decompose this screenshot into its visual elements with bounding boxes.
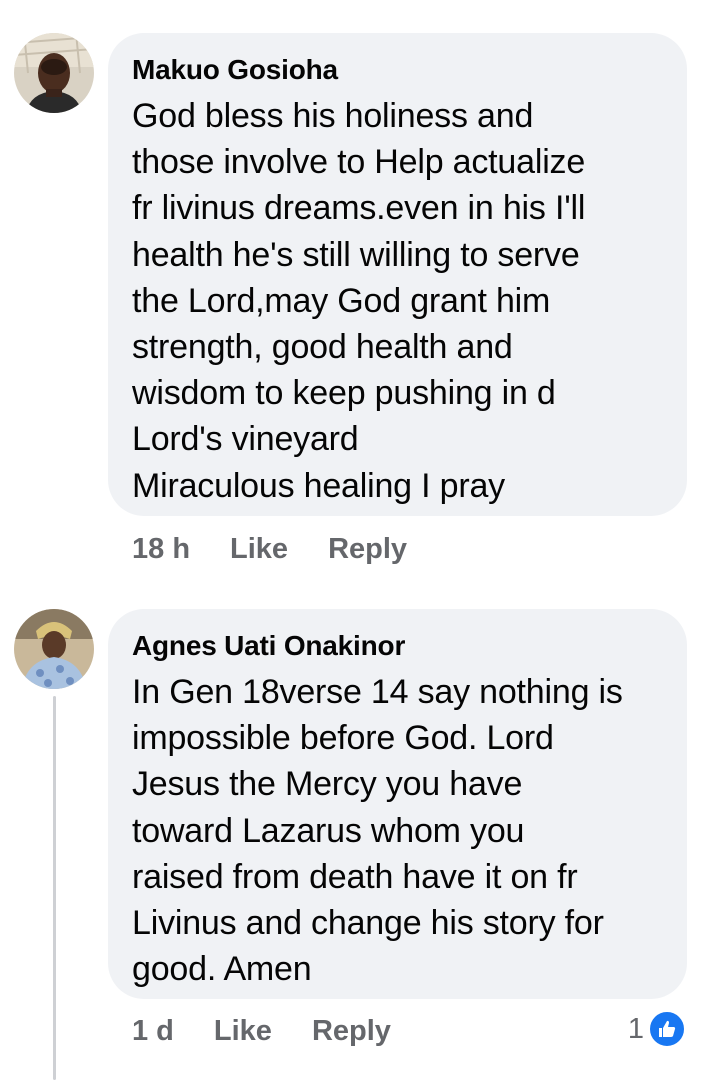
comment-text: In Gen 18verse 14 say nothing is impossi… — [132, 673, 623, 989]
comment-text: God bless his holiness and those involve… — [132, 97, 586, 505]
comment-bubble: Agnes Uati Onakinor In Gen 18verse 14 sa… — [108, 609, 687, 999]
reaction-count: 1 — [627, 1012, 644, 1045]
comment-bubble: Makuo Gosioha God bless his holiness and… — [108, 33, 687, 516]
reaction-summary[interactable]: 1 — [628, 1010, 686, 1048]
avatar-photo — [14, 609, 94, 689]
thumbs-up-icon — [648, 1010, 686, 1048]
comment-time[interactable]: 1 d — [132, 1015, 174, 1048]
like-button[interactable]: Like — [214, 1015, 272, 1048]
comment-time[interactable]: 18 h — [132, 533, 190, 566]
thread-line — [53, 696, 56, 1080]
avatar[interactable] — [14, 609, 94, 689]
comment-author[interactable]: Makuo Gosioha — [132, 53, 667, 87]
reply-button[interactable]: Reply — [312, 1015, 391, 1048]
reply-button[interactable]: Reply — [328, 533, 407, 566]
comment-author[interactable]: Agnes Uati Onakinor — [132, 629, 667, 663]
like-button[interactable]: Like — [230, 533, 288, 566]
comment-actions: 18 h Like Reply — [132, 533, 447, 566]
avatar-photo — [14, 33, 94, 113]
avatar[interactable] — [14, 33, 94, 113]
comment-actions: 1 d Like Reply — [132, 1015, 431, 1048]
